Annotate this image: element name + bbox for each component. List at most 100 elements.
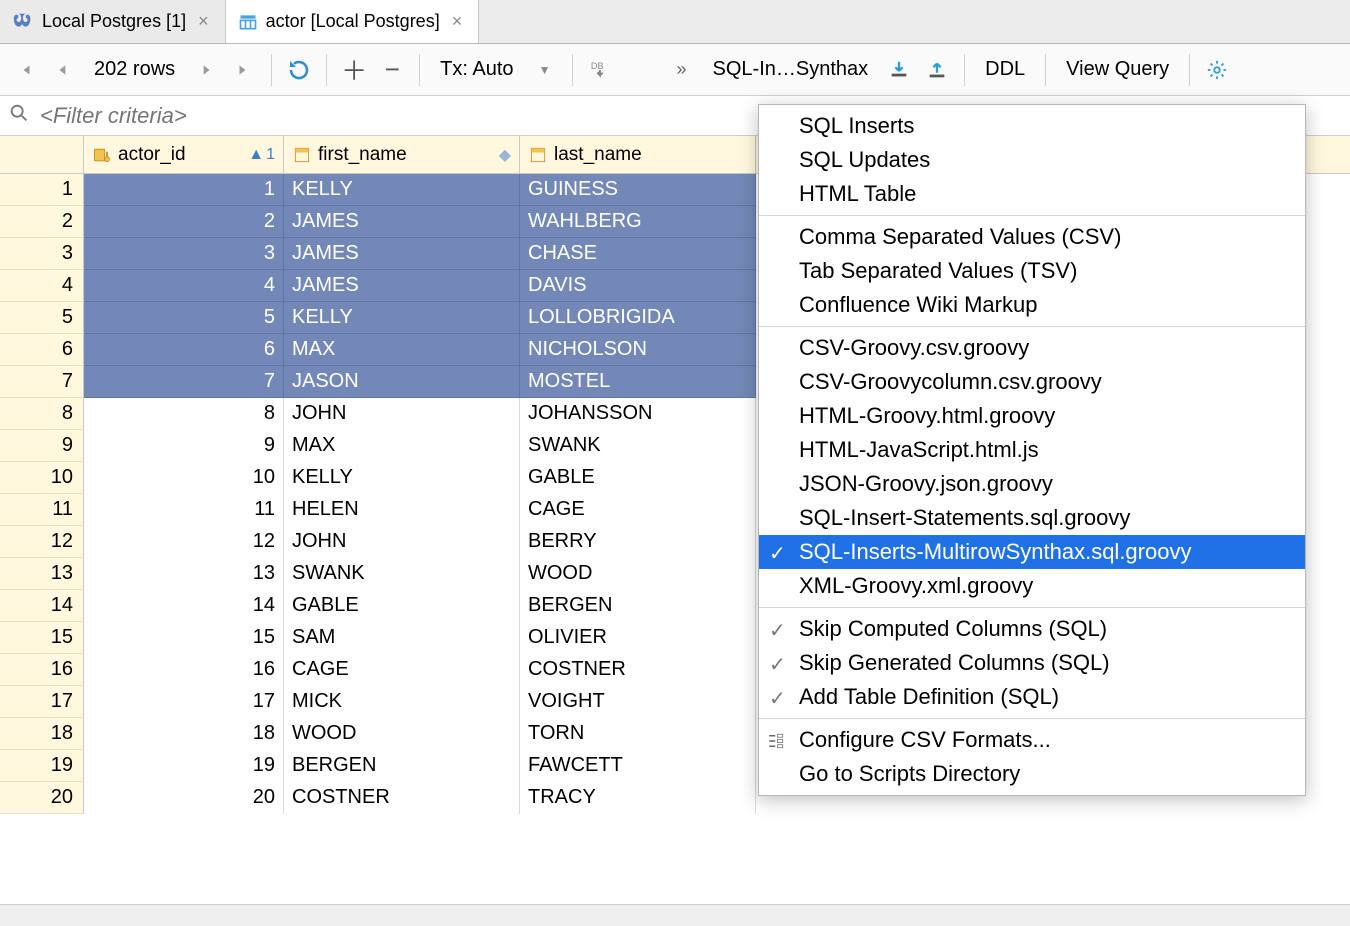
cell-first-name[interactable]: JOHN: [284, 398, 520, 430]
cell-first-name[interactable]: BERGEN: [284, 750, 520, 782]
menu-item[interactable]: SQL Updates: [759, 143, 1305, 177]
cell-actor-id[interactable]: 12: [84, 526, 284, 558]
cell-first-name[interactable]: COSTNER: [284, 782, 520, 814]
menu-item[interactable]: SQL Inserts: [759, 109, 1305, 143]
cell-last-name[interactable]: TRACY: [520, 782, 756, 814]
export-icon[interactable]: [920, 53, 954, 87]
cell-actor-id[interactable]: 10: [84, 462, 284, 494]
cell-first-name[interactable]: SWANK: [284, 558, 520, 590]
cell-first-name[interactable]: KELLY: [284, 462, 520, 494]
close-icon[interactable]: ×: [194, 11, 213, 32]
refresh-icon[interactable]: [282, 53, 316, 87]
editor-tab[interactable]: Local Postgres [1] ×: [0, 0, 226, 43]
cell-last-name[interactable]: FAWCETT: [520, 750, 756, 782]
menu-item[interactable]: ✓SQL-Inserts-MultirowSynthax.sql.groovy: [759, 535, 1305, 569]
view-query-button[interactable]: View Query: [1056, 58, 1179, 81]
cell-first-name[interactable]: JAMES: [284, 206, 520, 238]
cell-actor-id[interactable]: 13: [84, 558, 284, 590]
first-page-icon[interactable]: [8, 53, 42, 87]
cell-actor-id[interactable]: 16: [84, 654, 284, 686]
gear-icon[interactable]: [1200, 53, 1234, 87]
menu-item[interactable]: XML-Groovy.xml.groovy: [759, 569, 1305, 603]
cell-first-name[interactable]: JASON: [284, 366, 520, 398]
cell-last-name[interactable]: VOIGHT: [520, 686, 756, 718]
menu-item[interactable]: ✓Add Table Definition (SQL): [759, 680, 1305, 714]
menu-item[interactable]: Configure CSV Formats...: [759, 723, 1305, 757]
cell-last-name[interactable]: COSTNER: [520, 654, 756, 686]
cell-actor-id[interactable]: 7: [84, 366, 284, 398]
cell-actor-id[interactable]: 18: [84, 718, 284, 750]
menu-item[interactable]: Go to Scripts Directory: [759, 757, 1305, 791]
tx-mode[interactable]: Tx: Auto: [430, 58, 523, 81]
cell-last-name[interactable]: BERGEN: [520, 590, 756, 622]
cell-last-name[interactable]: LOLLOBRIGIDA: [520, 302, 756, 334]
cell-first-name[interactable]: SAM: [284, 622, 520, 654]
cell-actor-id[interactable]: 9: [84, 430, 284, 462]
ddl-button[interactable]: DDL: [975, 58, 1035, 81]
cell-actor-id[interactable]: 14: [84, 590, 284, 622]
menu-item[interactable]: SQL-Insert-Statements.sql.groovy: [759, 501, 1305, 535]
menu-item[interactable]: HTML Table: [759, 177, 1305, 211]
prev-page-icon[interactable]: [46, 53, 80, 87]
cell-last-name[interactable]: CHASE: [520, 238, 756, 270]
cell-last-name[interactable]: JOHANSSON: [520, 398, 756, 430]
cell-actor-id[interactable]: 11: [84, 494, 284, 526]
cell-first-name[interactable]: JAMES: [284, 238, 520, 270]
editor-tab[interactable]: actor [Local Postgres] ×: [226, 0, 480, 43]
commit-icon[interactable]: DB: [583, 53, 617, 87]
cell-actor-id[interactable]: 3: [84, 238, 284, 270]
cell-last-name[interactable]: OLIVIER: [520, 622, 756, 654]
cell-actor-id[interactable]: 4: [84, 270, 284, 302]
cell-last-name[interactable]: NICHOLSON: [520, 334, 756, 366]
remove-row-icon[interactable]: −: [375, 53, 409, 87]
cell-actor-id[interactable]: 17: [84, 686, 284, 718]
cell-first-name[interactable]: JOHN: [284, 526, 520, 558]
export-format[interactable]: SQL-In…Synthax: [703, 58, 879, 81]
cell-actor-id[interactable]: 20: [84, 782, 284, 814]
cell-actor-id[interactable]: 15: [84, 622, 284, 654]
cell-last-name[interactable]: CAGE: [520, 494, 756, 526]
cell-first-name[interactable]: HELEN: [284, 494, 520, 526]
menu-item[interactable]: CSV-Groovy.csv.groovy: [759, 331, 1305, 365]
cell-last-name[interactable]: TORN: [520, 718, 756, 750]
cell-first-name[interactable]: KELLY: [284, 302, 520, 334]
cell-first-name[interactable]: JAMES: [284, 270, 520, 302]
cell-actor-id[interactable]: 6: [84, 334, 284, 366]
column-header-last-name[interactable]: last_name: [520, 136, 756, 173]
menu-item[interactable]: Comma Separated Values (CSV): [759, 220, 1305, 254]
add-row-icon[interactable]: ＋: [337, 53, 371, 87]
menu-item[interactable]: ✓Skip Generated Columns (SQL): [759, 646, 1305, 680]
next-page-icon[interactable]: [189, 53, 223, 87]
cell-actor-id[interactable]: 8: [84, 398, 284, 430]
menu-item[interactable]: Confluence Wiki Markup: [759, 288, 1305, 322]
chevron-down-icon[interactable]: ▼: [528, 53, 562, 87]
cell-last-name[interactable]: BERRY: [520, 526, 756, 558]
menu-item[interactable]: JSON-Groovy.json.groovy: [759, 467, 1305, 501]
cell-actor-id[interactable]: 1: [84, 174, 284, 206]
cell-last-name[interactable]: GABLE: [520, 462, 756, 494]
cell-first-name[interactable]: CAGE: [284, 654, 520, 686]
column-header-first-name[interactable]: first_name ◆: [284, 136, 520, 173]
cell-last-name[interactable]: MOSTEL: [520, 366, 756, 398]
menu-item[interactable]: ✓Skip Computed Columns (SQL): [759, 612, 1305, 646]
cell-first-name[interactable]: MICK: [284, 686, 520, 718]
menu-item[interactable]: Tab Separated Values (TSV): [759, 254, 1305, 288]
cell-last-name[interactable]: DAVIS: [520, 270, 756, 302]
cell-first-name[interactable]: MAX: [284, 430, 520, 462]
search-icon[interactable]: [8, 102, 30, 129]
cell-first-name[interactable]: WOOD: [284, 718, 520, 750]
cell-first-name[interactable]: MAX: [284, 334, 520, 366]
cell-last-name[interactable]: WOOD: [520, 558, 756, 590]
menu-item[interactable]: HTML-Groovy.html.groovy: [759, 399, 1305, 433]
close-icon[interactable]: ×: [448, 11, 467, 32]
cell-last-name[interactable]: WAHLBERG: [520, 206, 756, 238]
cell-actor-id[interactable]: 19: [84, 750, 284, 782]
cell-actor-id[interactable]: 2: [84, 206, 284, 238]
more-icon[interactable]: »: [665, 53, 699, 87]
cell-actor-id[interactable]: 5: [84, 302, 284, 334]
cell-first-name[interactable]: GABLE: [284, 590, 520, 622]
cell-last-name[interactable]: SWANK: [520, 430, 756, 462]
menu-item[interactable]: HTML-JavaScript.html.js: [759, 433, 1305, 467]
column-header-actor-id[interactable]: actor_id ▲ 1: [84, 136, 284, 173]
menu-item[interactable]: CSV-Groovycolumn.csv.groovy: [759, 365, 1305, 399]
